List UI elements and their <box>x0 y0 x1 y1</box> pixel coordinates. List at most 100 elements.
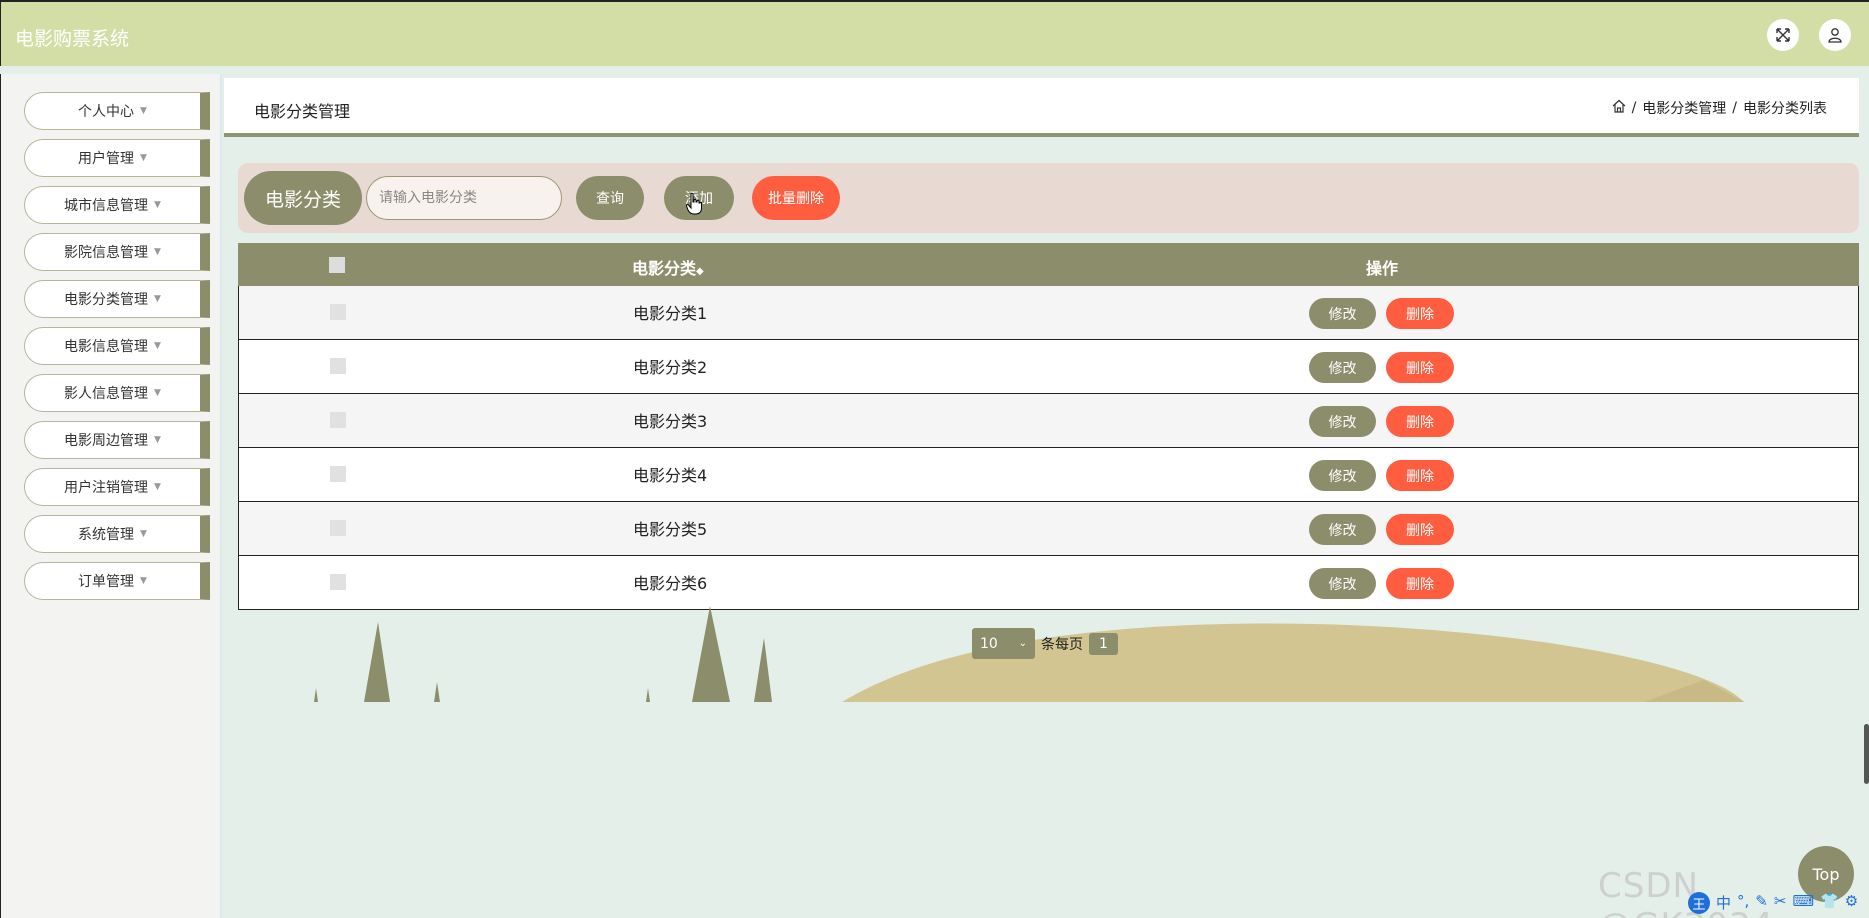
caret-down-icon: ▼ <box>140 576 147 586</box>
table-row: 电影分类3 修改 删除 <box>238 394 1859 448</box>
sidebar-item-label: 影人信息管理 <box>64 386 149 402</box>
breadcrumb-item: 电影分类列表 <box>1743 101 1827 117</box>
breadcrumb-separator: / <box>1631 100 1637 116</box>
search-bar: 电影分类 查询 添加 批量删除 <box>238 163 1859 233</box>
ime-scissors-icon[interactable]: ✂ <box>1774 892 1787 914</box>
sidebar-item-personal-center[interactable]: 个人中心 ▼ <box>24 92 210 130</box>
home-icon[interactable] <box>1612 99 1626 117</box>
query-button[interactable]: 查询 <box>576 176 644 220</box>
caret-down-icon: ▼ <box>154 435 161 445</box>
sidebar-item-label: 城市信息管理 <box>64 198 149 214</box>
breadcrumb-separator: / <box>1732 100 1737 116</box>
sidebar-item-label: 系统管理 <box>78 527 135 543</box>
sidebar-item-label: 电影周边管理 <box>64 433 149 449</box>
caret-down-icon: ▼ <box>154 341 161 351</box>
category-name: 电影分类1 <box>633 304 708 323</box>
user-icon[interactable] <box>1819 19 1851 51</box>
scrollbar-handle[interactable] <box>1864 724 1869 784</box>
edit-button[interactable]: 修改 <box>1309 352 1376 383</box>
search-label: 电影分类 <box>244 171 362 225</box>
app-title: 电影购票系统 <box>15 28 130 50</box>
delete-button[interactable]: 删除 <box>1386 514 1454 545</box>
delete-button[interactable]: 删除 <box>1386 352 1454 383</box>
caret-down-icon: ▼ <box>154 388 161 398</box>
search-input[interactable] <box>366 176 562 220</box>
sidebar-item-city-info[interactable]: 城市信息管理 ▼ <box>24 186 210 224</box>
category-name: 电影分类3 <box>633 412 708 431</box>
edit-button[interactable]: 修改 <box>1309 298 1376 329</box>
edit-button[interactable]: 修改 <box>1309 406 1376 437</box>
sidebar-item-people-info[interactable]: 影人信息管理 ▼ <box>24 374 210 412</box>
caret-down-icon: ▼ <box>140 153 147 163</box>
table-row: 电影分类4 修改 删除 <box>238 448 1859 502</box>
page-size-select[interactable]: 10 ⌄ <box>972 628 1035 659</box>
sidebar-item-movie-category[interactable]: 电影分类管理 ▼ <box>24 280 210 318</box>
select-all-checkbox[interactable] <box>329 257 345 273</box>
sidebar-item-merch[interactable]: 电影周边管理 ▼ <box>24 421 210 459</box>
caret-down-icon: ▼ <box>154 482 161 492</box>
breadcrumb: / 电影分类管理 / 电影分类列表 <box>1612 98 1827 118</box>
breadcrumb-item[interactable]: 电影分类管理 <box>1642 98 1726 118</box>
sidebar-item-user-cancel[interactable]: 用户注销管理 ▼ <box>24 468 210 506</box>
category-name: 电影分类5 <box>633 520 708 539</box>
ime-keyboard-icon[interactable]: ⌨ <box>1792 892 1814 914</box>
sidebar-item-movie-info[interactable]: 电影信息管理 ▼ <box>24 327 210 365</box>
sidebar-item-label: 用户管理 <box>78 151 135 167</box>
caret-down-icon: ▼ <box>140 529 147 539</box>
sidebar-item-label: 用户注销管理 <box>64 480 149 496</box>
category-name: 电影分类2 <box>633 358 708 377</box>
edit-button[interactable]: 修改 <box>1309 514 1376 545</box>
sidebar-item-label: 电影分类管理 <box>64 292 149 308</box>
table-row: 电影分类2 修改 删除 <box>238 340 1859 394</box>
column-header-category[interactable]: 电影分类◆ <box>632 255 704 279</box>
edit-button[interactable]: 修改 <box>1309 568 1376 599</box>
column-header-label: 电影分类 <box>632 259 697 278</box>
delete-button[interactable]: 删除 <box>1386 298 1454 329</box>
ime-handwrite-icon[interactable]: ✎ <box>1755 892 1768 914</box>
sidebar-item-cinema-info[interactable]: 影院信息管理 ▼ <box>24 233 210 271</box>
caret-down-icon: ▼ <box>140 106 147 116</box>
ime-chinese-mode[interactable]: 中 <box>1716 892 1731 914</box>
delete-button[interactable]: 删除 <box>1386 460 1454 491</box>
ime-punctuation-icon[interactable]: °, <box>1737 892 1749 914</box>
caret-down-icon: ▼ <box>154 247 161 257</box>
row-checkbox[interactable] <box>330 466 346 482</box>
delete-button[interactable]: 删除 <box>1386 406 1454 437</box>
row-checkbox[interactable] <box>330 358 346 374</box>
sidebar-item-orders[interactable]: 订单管理 ▼ <box>24 562 210 600</box>
top-bar: 电影购票系统 <box>0 0 1869 66</box>
chevron-down-icon: ⌄ <box>1018 638 1027 649</box>
sidebar-item-label: 个人中心 <box>78 104 135 120</box>
row-checkbox[interactable] <box>330 412 346 428</box>
page-header: 电影分类管理 / 电影分类管理 / 电影分类列表 <box>224 78 1859 137</box>
ime-settings-icon[interactable]: ⚙ <box>1845 892 1858 914</box>
sidebar-item-user-management[interactable]: 用户管理 ▼ <box>24 139 210 177</box>
page-number[interactable]: 1 <box>1089 632 1118 655</box>
caret-down-icon: ▼ <box>154 200 161 210</box>
table-row: 电影分类1 修改 删除 <box>238 286 1859 340</box>
category-name: 电影分类4 <box>633 466 708 485</box>
fullscreen-icon[interactable] <box>1767 19 1799 51</box>
row-checkbox[interactable] <box>330 574 346 590</box>
batch-delete-button[interactable]: 批量删除 <box>752 176 840 220</box>
sidebar-item-system[interactable]: 系统管理 ▼ <box>24 515 210 553</box>
caret-down-icon: ▼ <box>154 294 161 304</box>
sidebar: 个人中心 ▼ 用户管理 ▼ 城市信息管理 ▼ 影院信息管理 ▼ 电影分类管理 ▼ 电影信息… <box>0 74 222 918</box>
sort-icon[interactable]: ◆ <box>696 266 704 277</box>
sidebar-item-label: 订单管理 <box>78 574 135 590</box>
page-size-value: 10 <box>980 635 998 652</box>
ime-logo[interactable]: 王 <box>1688 892 1710 914</box>
row-checkbox[interactable] <box>330 304 346 320</box>
edit-button[interactable]: 修改 <box>1309 460 1376 491</box>
delete-button[interactable]: 删除 <box>1386 568 1454 599</box>
hand-cursor-icon <box>686 193 702 215</box>
column-header-actions: 操作 <box>1366 259 1399 278</box>
sidebar-item-label: 电影信息管理 <box>64 339 149 355</box>
sidebar-item-label: 影院信息管理 <box>64 245 149 261</box>
ime-skin-icon[interactable]: 👕 <box>1820 892 1839 914</box>
table-row: 电影分类5 修改 删除 <box>238 502 1859 556</box>
pagination: 10 ⌄ 条每页 1 <box>972 628 1118 659</box>
row-checkbox[interactable] <box>330 520 346 536</box>
per-page-label: 条每页 <box>1041 636 1083 653</box>
ime-toolbar: 王 中 °, ✎ ✂ ⌨ 👕 ⚙ <box>1688 892 1858 914</box>
